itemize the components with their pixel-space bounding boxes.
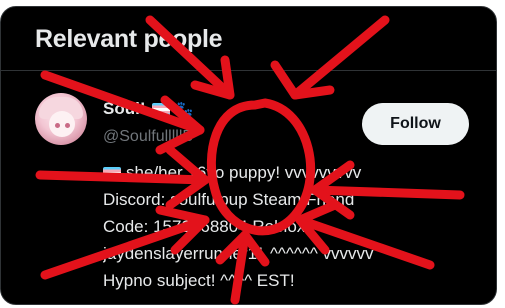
bio-line: Discord: soulfulpup Steam Friend (103, 190, 355, 209)
display-name[interactable]: Soul! (103, 99, 146, 119)
user-bio: she/her 16yo puppy! vvvvvvvvv Discord: s… (103, 159, 475, 294)
follow-button[interactable]: Follow (362, 103, 469, 145)
page: Relevant people Soul! 🐾 @SoulfulllllB Fo… (0, 0, 505, 308)
bio-line: Code: 1572668804 Roblox: (103, 217, 310, 236)
bio-line: Hypno subject! ^^^^ EST! (103, 271, 295, 290)
relevant-people-card: Relevant people Soul! 🐾 @SoulfulllllB Fo… (0, 6, 497, 305)
bio-line: jaydenslayerrunner11 ^^^^^^ vvvvvv (103, 244, 374, 263)
person-row[interactable]: Soul! 🐾 @SoulfulllllB Follow she/her 16y… (1, 71, 496, 304)
avatar[interactable] (35, 93, 87, 145)
paw-icon: 🐾 (174, 101, 194, 118)
section-title: Relevant people (35, 25, 223, 53)
avatar-face (49, 111, 75, 137)
user-handle[interactable]: @SoulfulllllB (103, 128, 193, 146)
display-name-line[interactable]: Soul! 🐾 (103, 99, 193, 119)
trans-flag-icon (103, 167, 121, 181)
card-header: Relevant people (1, 7, 496, 71)
bio-text: she/her 16yo puppy! vvvvvvvvv (126, 163, 362, 182)
avatar-eye-right (65, 123, 70, 128)
bio-line: she/her 16yo puppy! vvvvvvvvv (103, 159, 475, 186)
trans-flag-icon (151, 102, 170, 116)
avatar-eye-left (55, 123, 60, 128)
